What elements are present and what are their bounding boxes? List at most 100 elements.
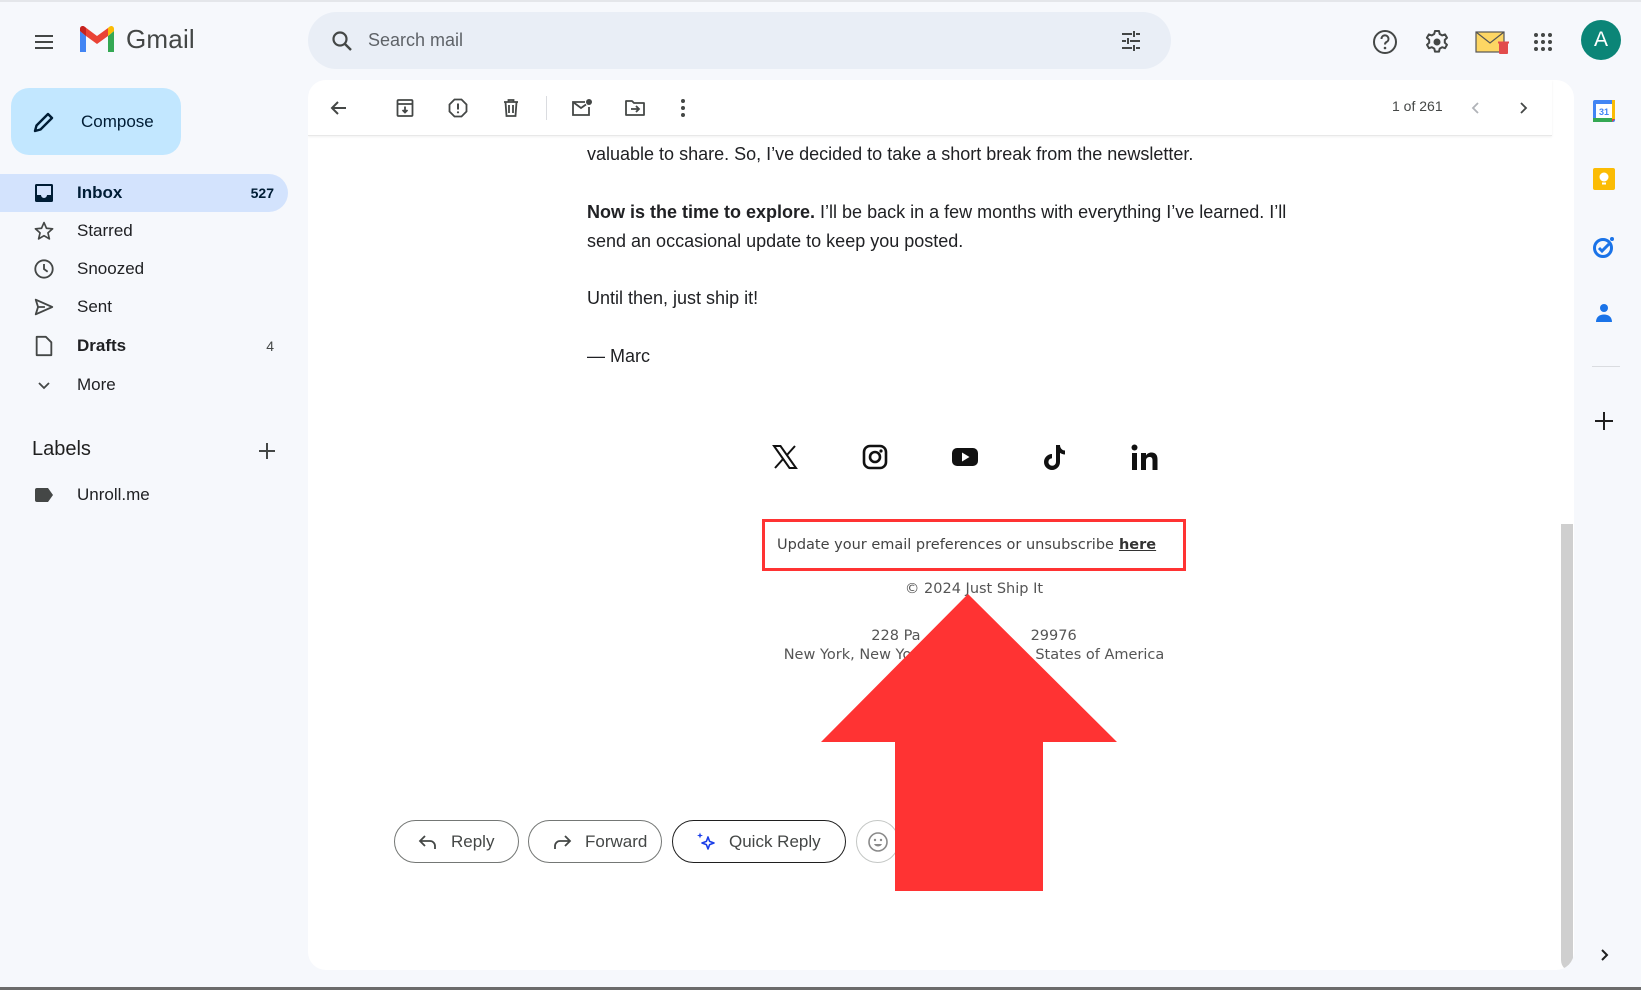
main-menu-button[interactable] — [26, 24, 62, 60]
report-icon — [448, 98, 468, 118]
sidebar-item-label: Drafts — [77, 336, 127, 355]
drafts-count: 4 — [266, 338, 274, 354]
scrollbar-thumb[interactable] — [1561, 524, 1573, 970]
send-icon — [34, 298, 54, 316]
inbox-count: 527 — [250, 185, 274, 201]
email-paragraph-1: valuable to share. So, I’ve decided to t… — [587, 144, 1194, 164]
linkedin-icon — [1131, 444, 1158, 470]
sidebar-item-snoozed[interactable]: Snoozed — [0, 250, 288, 288]
address-line-2: New York, New Yor States of America — [674, 647, 1274, 663]
get-addons-button[interactable] — [1587, 404, 1621, 438]
mail-trash-icon — [1475, 31, 1509, 54]
delete-button[interactable] — [494, 91, 528, 125]
x-link[interactable] — [765, 437, 805, 477]
unsubscribe-link[interactable]: here — [1119, 537, 1156, 553]
settings-button[interactable] — [1417, 22, 1457, 62]
sidebar-item-sent[interactable]: Sent — [0, 288, 288, 326]
avatar-letter: A — [1593, 28, 1608, 51]
move-folder-icon — [625, 100, 645, 116]
older-email-button[interactable] — [1506, 91, 1540, 125]
quick-reply-label: Quick Reply — [729, 831, 821, 851]
email-signature: — Marc — [587, 346, 650, 366]
forward-label: Forward — [585, 831, 648, 851]
apps-grid-icon — [1534, 33, 1552, 51]
google-calendar-button[interactable]: 31 — [1587, 94, 1621, 128]
mark-unread-icon — [572, 99, 592, 116]
emoji-reaction-button[interactable] — [856, 820, 899, 863]
google-apps-button[interactable] — [1523, 22, 1563, 62]
labels-heading: Labels — [32, 438, 91, 460]
mark-unread-button[interactable] — [565, 91, 599, 125]
youtube-link[interactable] — [945, 437, 985, 477]
chevron-down-icon — [38, 382, 50, 390]
google-contacts-button[interactable] — [1587, 296, 1621, 330]
sidebar-item-inbox[interactable]: Inbox 527 — [0, 174, 288, 212]
chevron-right-icon — [1520, 102, 1528, 114]
move-to-button[interactable] — [618, 91, 652, 125]
sidebar-item-label: Snoozed — [77, 259, 145, 278]
star-icon — [34, 221, 54, 240]
sidebar-label-unroll-me[interactable]: Unroll.me — [0, 476, 288, 514]
sidebar-item-label: Starred — [77, 221, 133, 240]
gmail-logo[interactable]: Gmail — [78, 24, 195, 55]
sidebar-item-starred[interactable]: Starred — [0, 212, 288, 250]
address-line-1-start: 228 Pa — [871, 628, 921, 644]
draft-icon — [35, 335, 53, 357]
unroll-me-extension-button[interactable] — [1472, 22, 1512, 62]
address-line-2-end: States of America — [1035, 647, 1165, 663]
create-label-button[interactable] — [252, 436, 282, 466]
sidebar-item-label: More — [77, 375, 116, 394]
arrow-left-icon — [330, 101, 346, 115]
show-side-panel-button[interactable] — [1587, 938, 1621, 972]
label-icon — [35, 488, 53, 502]
unsubscribe-highlight-box: Update your email preferences or unsubsc… — [762, 519, 1186, 571]
unsubscribe-text: Update your email preferences or unsubsc… — [777, 537, 1114, 553]
search-button[interactable] — [324, 23, 360, 59]
instagram-link[interactable] — [855, 437, 895, 477]
more-options-button[interactable] — [666, 91, 700, 125]
archive-button[interactable] — [388, 91, 422, 125]
reply-button[interactable]: Reply — [394, 820, 519, 863]
sidebar-item-label: Sent — [77, 297, 112, 316]
address-line-1: 228 Pa 29976 — [674, 628, 1274, 644]
paragraph-2-line-1: I’ll be back in a few months with everyt… — [815, 202, 1287, 222]
sidebar-item-drafts[interactable]: Drafts 4 — [0, 327, 288, 365]
account-avatar[interactable]: A — [1581, 20, 1621, 60]
tiktok-icon — [1044, 445, 1065, 470]
newer-email-button[interactable] — [1459, 91, 1493, 125]
email-paragraph-2: Now is the time to explore. I’ll be back… — [587, 198, 1286, 256]
forward-button[interactable]: Forward — [528, 820, 662, 863]
person-icon — [1596, 304, 1612, 322]
google-tasks-button[interactable] — [1587, 230, 1621, 264]
compose-button[interactable]: Compose — [11, 88, 181, 155]
help-button[interactable] — [1365, 22, 1405, 62]
help-icon — [1373, 30, 1397, 54]
toolbar-divider — [546, 96, 547, 120]
sidebar-item-more[interactable]: More — [0, 366, 288, 404]
reply-label: Reply — [451, 831, 495, 851]
trash-icon — [504, 99, 518, 117]
more-vert-icon — [681, 99, 685, 117]
linkedin-link[interactable] — [1125, 437, 1165, 477]
paragraph-2-emphasis: Now is the time to explore. — [587, 202, 816, 222]
quick-reply-button[interactable]: Quick Reply — [672, 820, 846, 863]
top-border — [0, 0, 1641, 2]
forward-icon — [554, 834, 572, 849]
paragraph-2-line-2: send an occasional update to keep you po… — [587, 231, 964, 251]
pencil-icon — [33, 112, 54, 132]
report-spam-button[interactable] — [441, 91, 475, 125]
email-toolbar: 1 of 261 — [308, 80, 1552, 136]
back-button[interactable] — [322, 91, 356, 125]
archive-icon — [396, 99, 414, 117]
app-name: Gmail — [126, 24, 195, 54]
gear-icon — [1425, 30, 1448, 53]
smiley-icon — [867, 831, 888, 852]
chevron-right-icon — [1601, 949, 1609, 961]
google-keep-button[interactable] — [1587, 162, 1621, 196]
search-options-button[interactable] — [1113, 23, 1149, 59]
search-input[interactable] — [368, 30, 1113, 51]
clock-icon — [34, 259, 54, 279]
reply-icon — [418, 834, 436, 849]
tiktok-link[interactable] — [1035, 437, 1075, 477]
email-view: 1 of 261 valuable to share. So, I’ve dec… — [308, 80, 1574, 970]
